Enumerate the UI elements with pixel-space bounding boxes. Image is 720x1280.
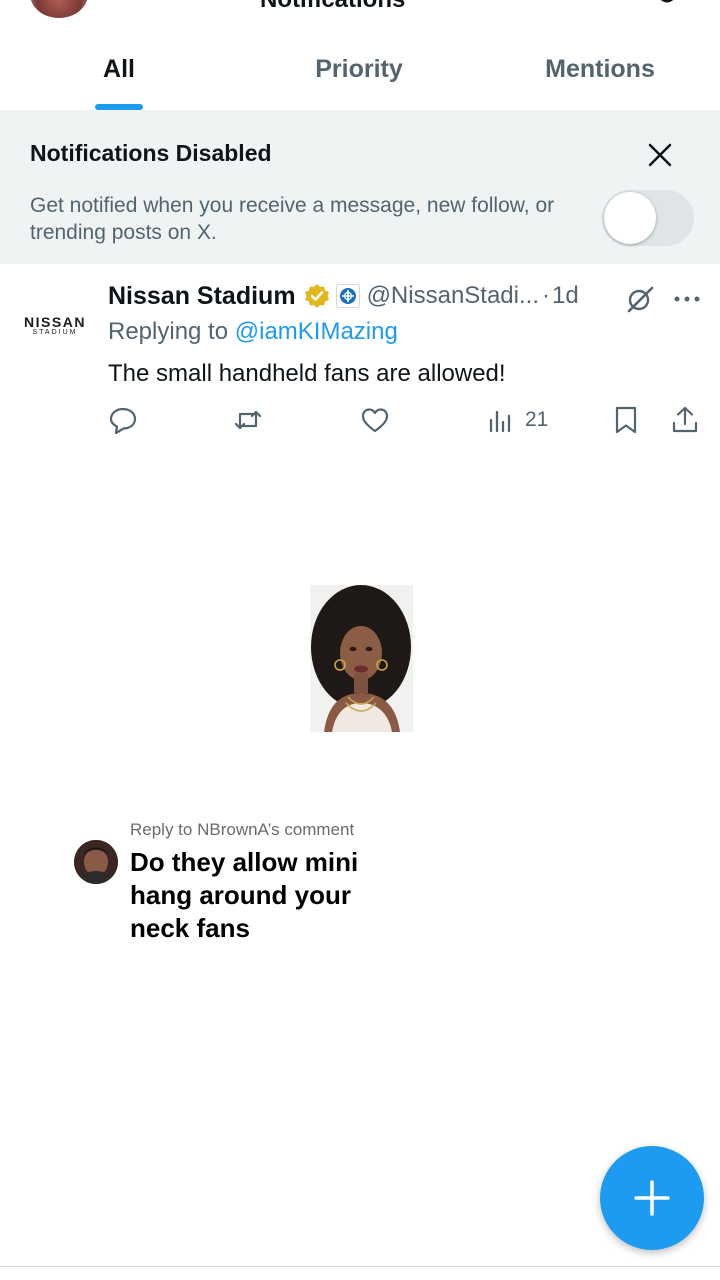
page-title: Notifications	[260, 0, 405, 14]
reply-comment-card: Reply to NBrownA’s comment Do they allow…	[60, 800, 402, 965]
tab-mentions[interactable]: Mentions	[480, 38, 720, 110]
more-dots-icon[interactable]	[672, 294, 702, 304]
reply-icon	[109, 407, 137, 435]
close-icon[interactable]	[645, 140, 675, 170]
bookmark-button[interactable]	[611, 404, 641, 436]
author-handle: @NissanStadi...	[366, 282, 539, 309]
retweet-button[interactable]	[233, 404, 263, 436]
logo-text: NISSAN	[24, 314, 86, 330]
tweet-timestamp[interactable]: 1d	[552, 282, 579, 310]
tweet-text: The small handheld fans are allowed!	[108, 360, 506, 387]
banner-title: Notifications Disabled	[30, 140, 272, 166]
verified-badge-icon	[304, 284, 329, 308]
views-chart-icon	[489, 410, 511, 433]
views-button[interactable]: 21	[487, 404, 548, 436]
comment-reply-label: Reply to NBrownA’s comment	[130, 820, 355, 839]
compose-button[interactable]	[600, 1146, 704, 1250]
reply-button[interactable]	[108, 404, 138, 436]
bookmark-icon	[615, 406, 637, 434]
grok-icon[interactable]	[625, 284, 655, 314]
commenter-avatar	[74, 840, 118, 884]
views-count: 21	[525, 408, 549, 431]
tab-priority[interactable]: Priority	[238, 38, 480, 110]
bottom-divider	[0, 1266, 720, 1267]
like-button[interactable]	[360, 404, 390, 436]
heart-icon	[361, 408, 389, 433]
top-header: Notifications	[0, 0, 720, 20]
affiliate-badge-icon	[335, 284, 360, 308]
replying-to-line: Replying to @iamKIMazing	[108, 318, 398, 346]
plus-icon	[634, 1180, 670, 1216]
notification-tabs: All Priority Mentions	[0, 38, 720, 110]
retweet-icon	[234, 410, 262, 430]
author-name[interactable]: Nissan Stadium	[108, 282, 296, 311]
separator-dot: ·	[542, 282, 550, 309]
tab-all[interactable]: All	[0, 38, 238, 110]
notifications-toggle[interactable]	[602, 190, 694, 246]
notifications-disabled-banner: Notifications Disabled Get notified when…	[0, 110, 720, 264]
profile-avatar[interactable]	[30, 0, 88, 18]
tweet[interactable]: NISSAN STADIUM Nissan Stadium @NissanSta…	[0, 264, 720, 454]
comment-text: Do they allow mini hang around your neck…	[130, 847, 359, 943]
tweet-header: Nissan Stadium @NissanStadi... · 1d	[108, 280, 579, 312]
nissan-stadium-logo[interactable]: NISSAN STADIUM	[20, 314, 90, 336]
share-icon	[672, 406, 698, 433]
share-button[interactable]	[670, 404, 700, 436]
logo-subtext: STADIUM	[32, 329, 78, 336]
banner-description: Get notified when you receive a message,…	[30, 194, 555, 244]
toggle-knob	[604, 192, 656, 244]
replying-to-mention[interactable]: @iamKIMazing	[235, 318, 398, 345]
creator-video-thumbnail	[310, 585, 413, 732]
settings-gear-icon[interactable]	[650, 0, 684, 10]
replying-prefix: Replying to	[108, 318, 229, 345]
